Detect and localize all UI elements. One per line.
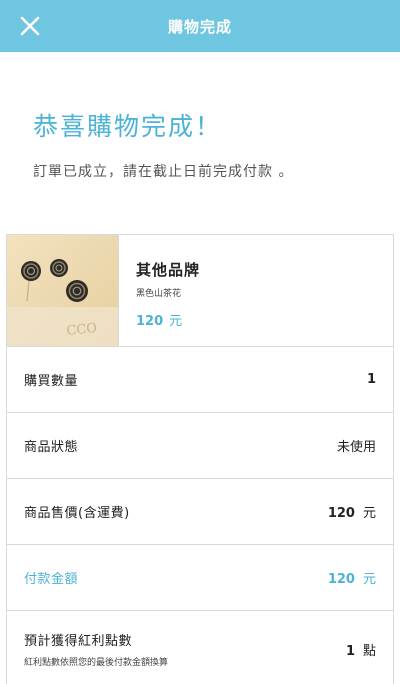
payment-amount: 120 [327,572,355,587]
quantity-row: 購買數量 1 [7,347,393,413]
quantity-value: 1 [366,372,376,387]
points-row: 預計獲得紅利點數 紅利點數依照您的最後付款金額換算 1點 [7,611,393,684]
product-brand: 其他品牌 [136,261,201,279]
product-name: 黑色山茶花 [136,289,182,299]
product-price-unit: 元 [169,314,183,329]
points-label: 預計獲得紅利點數 [24,634,133,649]
order-summary-card: CCO 其他品牌 黑色山茶花 120 元 購買數量 1 商品狀態 未使用 商品售… [6,234,394,684]
svg-text:CCO: CCO [66,321,98,339]
points-text: 預計獲得紅利點數 紅利點數依照您的最後付款金額換算 [24,630,168,668]
page-title: 購物完成 [167,17,232,36]
status-label: 商品狀態 [24,440,79,455]
top-bar: 購物完成 [0,0,400,52]
product-image: CCO [7,235,119,346]
product-row[interactable]: CCO 其他品牌 黑色山茶花 120 元 [7,235,393,347]
status-value: 未使用 [336,440,376,455]
payment-value: 120 元 [328,568,376,587]
status-row: 商品狀態 未使用 [7,413,393,479]
quantity-label: 購買數量 [24,374,79,389]
product-price-value: 120 [136,314,164,329]
points-amount: 1 [345,643,355,659]
sale-price-label: 商品售價(含運費) [24,506,130,521]
sale-price-value: 120 元 [328,502,376,521]
payment-label: 付款金額 [24,572,79,587]
sale-price-row: 商品售價(含運費) 120 元 [7,479,393,545]
close-button[interactable] [14,10,46,42]
product-price: 120 元 [136,310,200,329]
payment-row: 付款金額 120 元 [7,545,393,611]
points-value: 1點 [346,640,376,659]
product-info: 其他品牌 黑色山茶花 120 元 [119,235,200,346]
order-note: 訂單已成立，請在截止日前完成付款 。 [33,164,294,180]
points-unit: 點 [362,643,376,659]
sale-price-unit: 元 [362,506,376,521]
payment-unit: 元 [362,572,376,587]
sale-price-amount: 120 [327,506,355,521]
success-heading: 恭喜購物完成！ [33,112,223,141]
close-icon [20,16,40,36]
points-note: 紅利點數依照您的最後付款金額換算 [24,658,169,668]
